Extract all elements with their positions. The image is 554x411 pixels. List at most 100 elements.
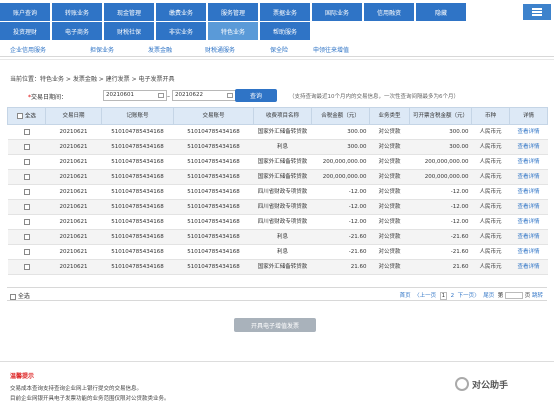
row-trade-account: 510104785434168 <box>173 244 254 260</box>
row-business-type: 对公贷款 <box>369 229 410 245</box>
page-1[interactable]: 1 <box>439 292 448 300</box>
page-2[interactable]: 2 <box>451 293 455 299</box>
nav-featured[interactable]: 特色业务 <box>208 22 258 40</box>
checkbox[interactable] <box>23 218 30 225</box>
row-fee-item: 四川省财政专项贷款 <box>253 199 312 215</box>
next-page-link[interactable]: 下一页〉 <box>458 293 480 299</box>
nav-ecommerce[interactable]: 电子商务 <box>52 22 102 40</box>
nav-credit[interactable]: 信用融资 <box>364 3 414 21</box>
jump-button[interactable]: 跳转 <box>532 293 543 299</box>
checkbox[interactable] <box>17 112 24 119</box>
query-button[interactable]: 查询 <box>235 89 277 102</box>
row-fee-item: 国家外汇储备转贷款 <box>253 169 312 185</box>
view-detail-link[interactable]: 查看详情 <box>517 159 539 165</box>
row-checkbox-cell[interactable] <box>7 229 46 245</box>
issue-invoice-button[interactable]: 开具电子增值发票 <box>234 318 316 332</box>
prev-page-link[interactable]: 〈上一页 <box>414 293 436 299</box>
view-detail-link[interactable]: 查看详情 <box>517 129 539 135</box>
header-currency: 币种 <box>471 107 510 125</box>
first-page-link[interactable]: 首页 <box>400 293 411 299</box>
subnav-credit-service[interactable]: 企业信用服务 <box>10 45 46 54</box>
row-checkbox-cell[interactable] <box>7 124 46 140</box>
view-detail-link[interactable]: 查看详情 <box>517 264 539 270</box>
select-all-bottom[interactable]: 全选 <box>10 291 30 300</box>
row-checkbox-cell[interactable] <box>7 169 46 185</box>
row-tax-amount: 200,000,000.00 <box>311 154 370 170</box>
top-nav-row-2: 投资理财 电子商务 财税社保 非实业务 特色业务 帮助服务 <box>0 22 312 40</box>
view-detail-link[interactable]: 查看详情 <box>517 144 539 150</box>
row-date: 20210621 <box>45 214 102 230</box>
row-checkbox-cell[interactable] <box>7 259 46 275</box>
page-jump-input[interactable] <box>504 292 523 299</box>
checkbox[interactable] <box>23 143 30 150</box>
row-fee-item: 四川省财政专项贷款 <box>253 184 312 200</box>
start-date-input[interactable]: 20210601 <box>103 90 167 101</box>
subnav-guarantee[interactable]: 担保业务 <box>90 45 114 54</box>
nav-help[interactable]: 帮助服务 <box>260 22 310 40</box>
date-separator: – <box>167 93 170 100</box>
checkbox[interactable] <box>23 173 30 180</box>
view-detail-link[interactable]: 查看详情 <box>517 219 539 225</box>
date-label: *交易日期间： <box>28 94 68 101</box>
row-currency: 人民币元 <box>471 259 510 275</box>
row-checkbox-cell[interactable] <box>7 214 46 230</box>
breadcrumb: 当前位置：特色业务 > 发票金融 > 建行发票 > 电子发票开具 <box>10 76 175 83</box>
divider <box>0 59 554 60</box>
row-book-account: 510104785434168 <box>101 214 174 230</box>
view-detail-link[interactable]: 查看详情 <box>517 249 539 255</box>
nav-payment[interactable]: 缴费业务 <box>156 3 206 21</box>
row-business-type: 对公贷款 <box>369 199 410 215</box>
table-footer: 全选 首页 〈上一页 1 2 下一页〉 尾页 第 页 跳转 <box>7 287 547 301</box>
view-detail-link[interactable]: 查看详情 <box>517 174 539 180</box>
header-select-all[interactable]: 全选 <box>7 107 46 125</box>
checkbox[interactable] <box>23 263 30 270</box>
tips-line-2: 目前企业网银开具电子发票功能的业务范围仅限对公贷款类业务。 <box>10 396 170 402</box>
checkbox[interactable] <box>23 203 30 210</box>
row-business-type: 对公贷款 <box>369 244 410 260</box>
last-page-link[interactable]: 尾页 <box>483 293 494 299</box>
menu-grid-button[interactable] <box>523 4 551 20</box>
row-date: 20210621 <box>45 139 102 155</box>
nav-international[interactable]: 国际业务 <box>312 3 362 21</box>
nav-investment[interactable]: 投资理财 <box>0 22 50 40</box>
subnav-invoice-finance[interactable]: 发票金融 <box>148 45 172 54</box>
row-checkbox-cell[interactable] <box>7 199 46 215</box>
checkbox[interactable] <box>23 158 30 165</box>
nav-cash-management[interactable]: 现金管理 <box>104 3 154 21</box>
row-book-account: 510104785434168 <box>101 124 174 140</box>
nav-tax-social[interactable]: 财税社保 <box>104 22 154 40</box>
row-tax-amount: 300.00 <box>311 124 370 140</box>
nav-transfer[interactable]: 转账业务 <box>52 3 102 21</box>
wechat-icon <box>455 377 469 391</box>
row-business-type: 对公贷款 <box>369 184 410 200</box>
nav-bill[interactable]: 票据业务 <box>260 3 310 21</box>
row-date: 20210621 <box>45 229 102 245</box>
nav-hide[interactable]: 隐藏 <box>416 3 466 21</box>
row-detail-link: 查看详情 <box>509 199 548 215</box>
checkbox[interactable] <box>23 128 30 135</box>
row-checkbox-cell[interactable] <box>7 139 46 155</box>
view-detail-link[interactable]: 查看详情 <box>517 234 539 240</box>
checkbox[interactable] <box>23 188 30 195</box>
checkbox[interactable] <box>23 248 30 255</box>
page-label: 第 <box>497 293 504 299</box>
checkbox[interactable] <box>23 233 30 240</box>
row-business-type: 对公贷款 <box>369 169 410 185</box>
subnav-application[interactable]: 申领往来增值 <box>313 45 349 54</box>
row-checkbox-cell[interactable] <box>7 244 46 260</box>
subnav-insurance[interactable]: 保全险 <box>270 45 288 54</box>
row-currency: 人民币元 <box>471 139 510 155</box>
nav-service-management[interactable]: 服务管理 <box>208 3 258 21</box>
view-detail-link[interactable]: 查看详情 <box>517 204 539 210</box>
calendar-icon <box>227 93 233 98</box>
nav-account-query[interactable]: 账户查询 <box>0 3 50 21</box>
end-date-input[interactable]: 20210622 <box>172 90 236 101</box>
row-tax-amount: 300.00 <box>311 139 370 155</box>
row-checkbox-cell[interactable] <box>7 154 46 170</box>
view-detail-link[interactable]: 查看详情 <box>517 189 539 195</box>
nav-non-real[interactable]: 非实业务 <box>156 22 206 40</box>
subnav-tax-service[interactable]: 财税通服务 <box>205 45 235 54</box>
table-header: 全选 交易日期 记账账号 交易账号 收费项目名称 合税金额（元） 业务类型 可开… <box>7 107 548 125</box>
checkbox[interactable] <box>10 293 16 300</box>
row-checkbox-cell[interactable] <box>7 184 46 200</box>
